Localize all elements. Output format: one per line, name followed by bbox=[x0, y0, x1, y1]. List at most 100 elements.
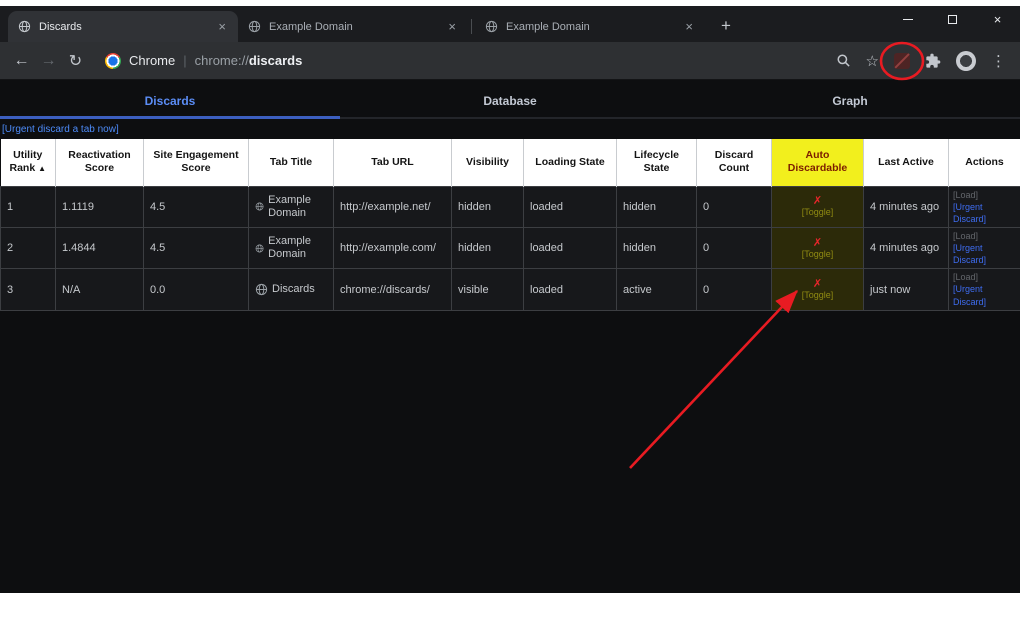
bookmark-star-icon[interactable]: ☆ bbox=[866, 52, 879, 70]
browser-tabstrip: Discards × Example Domain × Example Doma… bbox=[0, 6, 1020, 42]
globe-icon bbox=[485, 20, 498, 33]
header-lifecycle-state[interactable]: Lifecycle State bbox=[616, 139, 697, 186]
header-reactivation-score[interactable]: Reactivation Score bbox=[55, 139, 144, 186]
tab-close-icon[interactable]: × bbox=[683, 19, 695, 34]
header-actions[interactable]: Actions bbox=[948, 139, 1020, 186]
browser-toolbar: ← → ↻ Chrome | chrome://discards ☆ ⋮ bbox=[0, 42, 1020, 80]
tab-title: Example Domain bbox=[269, 20, 353, 33]
header-last-active[interactable]: Last Active bbox=[863, 139, 949, 186]
cell-lifecycle-state: active bbox=[616, 268, 697, 311]
cell-tab-url: chrome://discards/ bbox=[333, 268, 452, 311]
zoom-icon[interactable] bbox=[836, 53, 851, 68]
cell-actions: [Load] [Urgent Discard] bbox=[948, 226, 1020, 270]
cell-actions: [Load] [Urgent Discard] bbox=[948, 185, 1020, 228]
load-link[interactable]: [Load] bbox=[953, 189, 1016, 201]
header-tab-title[interactable]: Tab Title bbox=[248, 139, 334, 186]
header-loading-state[interactable]: Loading State bbox=[523, 139, 617, 186]
header-discard-count[interactable]: Discard Count bbox=[696, 139, 772, 186]
header-utility-rank[interactable]: Utility Rank ▲ bbox=[0, 139, 56, 186]
cell-engagement: 4.5 bbox=[143, 226, 249, 270]
omnibox-product-label: Chrome bbox=[129, 53, 176, 68]
cell-reactivation: 1.1119 bbox=[55, 185, 144, 228]
header-site-engagement-score[interactable]: Site Engagement Score bbox=[143, 139, 249, 186]
tab-discards[interactable]: Discards bbox=[0, 85, 340, 119]
tab-close-icon[interactable]: × bbox=[216, 19, 228, 34]
menu-kebab-icon[interactable]: ⋮ bbox=[991, 52, 1006, 70]
cell-auto-discardable: ✗ [Toggle] bbox=[771, 185, 864, 228]
load-link[interactable]: [Load] bbox=[953, 230, 1016, 242]
maximize-button[interactable] bbox=[930, 6, 975, 33]
back-icon[interactable]: ← bbox=[8, 52, 35, 70]
header-tab-url[interactable]: Tab URL bbox=[333, 139, 452, 186]
tab-title: Example Domain bbox=[506, 20, 590, 33]
x-mark-icon: ✗ bbox=[812, 236, 823, 249]
maximize-icon bbox=[948, 15, 957, 24]
browser-tab-example-2[interactable]: Example Domain × bbox=[475, 11, 705, 42]
cell-rank: 1 bbox=[0, 185, 56, 228]
cell-visibility: visible bbox=[451, 268, 524, 311]
cell-discard-count: 0 bbox=[696, 226, 772, 270]
minimize-icon bbox=[902, 19, 913, 20]
cell-lifecycle-state: hidden bbox=[616, 185, 697, 228]
cell-rank: 2 bbox=[0, 226, 56, 270]
toggle-link[interactable]: [Toggle] bbox=[774, 207, 861, 218]
table-row: 2 1.4844 4.5 Example Domain http://examp… bbox=[0, 226, 1020, 270]
tab-close-icon[interactable]: × bbox=[446, 19, 458, 34]
omnibox-url: chrome://discards bbox=[195, 53, 303, 68]
cell-discard-count: 0 bbox=[696, 268, 772, 311]
toolbar-right-icons: ☆ ⋮ bbox=[836, 50, 1006, 71]
close-button[interactable]: × bbox=[975, 6, 1020, 33]
discards-page: Discards Database Graph [Urgent discard … bbox=[0, 81, 1020, 593]
cell-last-active: 4 minutes ago bbox=[863, 226, 949, 270]
cell-loading-state: loaded bbox=[523, 185, 617, 228]
new-tab-button[interactable]: + bbox=[713, 13, 739, 39]
toggle-link[interactable]: [Toggle] bbox=[774, 249, 861, 260]
page-favicon-icon bbox=[18, 20, 31, 33]
window-controls: × bbox=[885, 6, 1020, 33]
blocked-extension-icon[interactable] bbox=[894, 52, 910, 69]
globe-icon bbox=[255, 283, 268, 296]
header-visibility[interactable]: Visibility bbox=[451, 139, 524, 186]
page-nav-tabs: Discards Database Graph bbox=[0, 85, 1020, 119]
tab-graph[interactable]: Graph bbox=[680, 85, 1020, 117]
tab-database[interactable]: Database bbox=[340, 85, 680, 117]
urgent-discard-row-link[interactable]: [Urgent Discard] bbox=[953, 201, 1016, 225]
browser-window: Discards × Example Domain × Example Doma… bbox=[0, 6, 1020, 593]
header-auto-discardable[interactable]: Auto Discardable bbox=[771, 139, 864, 186]
minimize-button[interactable] bbox=[885, 6, 930, 33]
table-header-row: Utility Rank ▲ Reactivation Score Site E… bbox=[0, 139, 1020, 186]
cell-tab-title: Discards bbox=[248, 268, 334, 311]
forward-icon[interactable]: → bbox=[35, 52, 62, 70]
cell-auto-discardable: ✗ [Toggle] bbox=[771, 268, 864, 311]
reload-icon[interactable]: ↻ bbox=[62, 51, 89, 71]
cell-last-active: 4 minutes ago bbox=[863, 185, 949, 228]
cell-visibility: hidden bbox=[451, 226, 524, 270]
x-mark-icon: ✗ bbox=[812, 195, 823, 208]
browser-tab-example-1[interactable]: Example Domain × bbox=[238, 11, 468, 42]
toggle-link[interactable]: [Toggle] bbox=[774, 290, 861, 301]
omnibox-separator: | bbox=[183, 53, 187, 68]
cell-rank: 3 bbox=[0, 268, 56, 311]
cell-auto-discardable: ✗ [Toggle] bbox=[771, 226, 864, 270]
urgent-discard-row-link[interactable]: [Urgent Discard] bbox=[953, 242, 1016, 266]
browser-tab-discards[interactable]: Discards × bbox=[8, 11, 238, 42]
cell-reactivation: 1.4844 bbox=[55, 226, 144, 270]
cell-tab-title: Example Domain bbox=[248, 185, 334, 228]
cell-engagement: 4.5 bbox=[143, 185, 249, 228]
discards-table: Utility Rank ▲ Reactivation Score Site E… bbox=[0, 139, 1020, 311]
profile-avatar[interactable] bbox=[956, 50, 976, 71]
cell-discard-count: 0 bbox=[696, 185, 772, 228]
cell-last-active: just now bbox=[863, 268, 949, 311]
cell-lifecycle-state: hidden bbox=[616, 226, 697, 270]
urgent-discard-link[interactable]: [Urgent discard a tab now] bbox=[2, 124, 119, 135]
cell-loading-state: loaded bbox=[523, 268, 617, 311]
cell-tab-title: Example Domain bbox=[248, 226, 334, 270]
urgent-discard-row-link[interactable]: [Urgent Discard] bbox=[953, 283, 1016, 307]
extensions-puzzle-icon[interactable] bbox=[925, 53, 941, 69]
x-mark-icon: ✗ bbox=[812, 278, 823, 291]
address-bar[interactable]: Chrome | chrome://discards bbox=[105, 52, 836, 69]
table-row: 1 1.1119 4.5 Example Domain http://examp… bbox=[0, 185, 1020, 228]
cell-tab-url: http://example.net/ bbox=[333, 185, 452, 228]
load-link[interactable]: [Load] bbox=[953, 271, 1016, 283]
chrome-logo-icon bbox=[105, 52, 121, 69]
